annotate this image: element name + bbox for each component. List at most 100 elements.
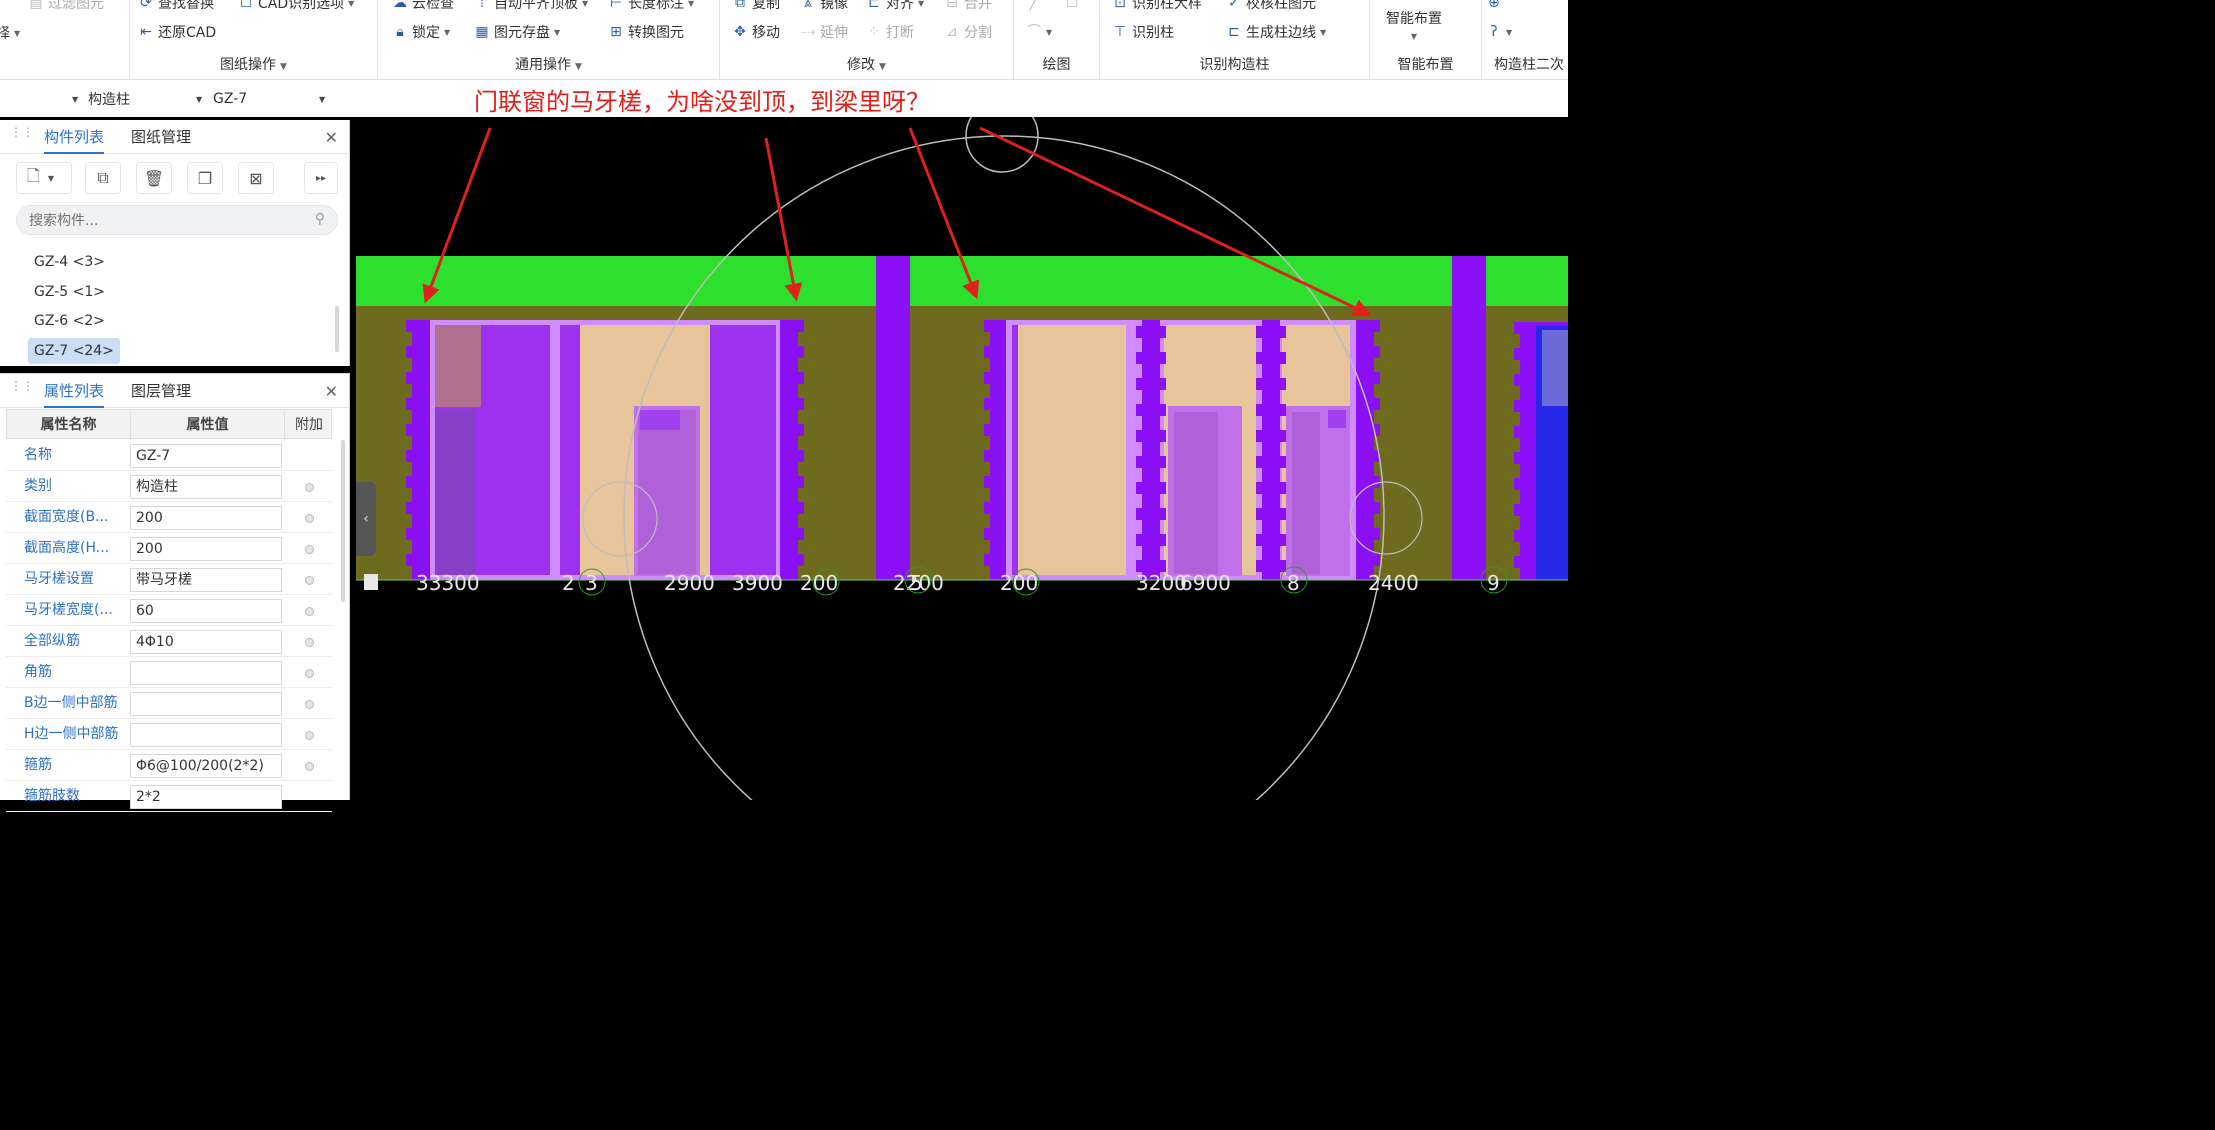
list-scrollbar[interactable] (335, 306, 339, 352)
layer-copy-button[interactable]: ❐ (187, 162, 223, 194)
axis-label: 3 (585, 571, 598, 595)
move-button[interactable]: ✥ 移动 (732, 21, 780, 43)
property-name: 截面宽度(B... (24, 509, 109, 525)
chevron-down-icon: ▼ (280, 62, 287, 72)
align-button[interactable]: ⊏ 对齐 ▼ (866, 0, 924, 14)
property-value-input[interactable]: 200 (130, 506, 282, 530)
arc-tool-button[interactable]: ⌒ ▼ (1026, 21, 1052, 43)
length-mark-button[interactable]: ⊢ 长度标注 ▼ (608, 0, 694, 14)
store-button[interactable]: ▦ 图元存盘 ▼ (474, 21, 560, 43)
cad-options-button[interactable]: ☐ CAD识别选项 ▼ (238, 0, 355, 14)
extra-checkbox[interactable] (305, 607, 314, 616)
break-button[interactable]: ⁘ 打断 (866, 21, 914, 43)
split-button[interactable]: ⊿ 分割 (944, 21, 992, 43)
line-tool-button[interactable]: ╱ (1026, 0, 1042, 14)
secondary-tool-button[interactable]: ⊕ (1486, 0, 1502, 14)
door-window-opening-left[interactable] (430, 320, 780, 580)
extra-checkbox[interactable] (305, 669, 314, 678)
layer-dropdown-button[interactable]: 择▼ (0, 22, 20, 44)
search-icon[interactable]: ⚲ (315, 211, 325, 227)
lock-icon: 🔒︎ (396, 24, 404, 40)
mirror-button[interactable]: ⩓ 镜像 (800, 0, 848, 14)
property-value-input[interactable] (130, 692, 282, 716)
restore-cad-button[interactable]: ⇤ 还原CAD (138, 21, 216, 43)
column[interactable] (1452, 256, 1486, 580)
copy-button[interactable]: ⧉ 复制 (732, 0, 780, 14)
property-value-input[interactable]: Φ6@100/200(2*2) (130, 754, 282, 778)
property-value-input[interactable]: GZ-7 (130, 444, 282, 468)
property-value-input[interactable] (130, 661, 282, 685)
ribbon-group-general-ops: ☁ 云检查 ⇡ 自动平齐顶板 ▼ ⊢ 长度标注 ▼ 🔒︎ 锁定 ▼ ▦ 图元存盘… (378, 0, 720, 79)
cloud-check-button[interactable]: ☁ 云检查 (392, 0, 454, 14)
tool-icon: ⊕ (1488, 0, 1500, 11)
break-icon: ⁘ (868, 24, 880, 40)
ribbon-group-title: 识别构造柱 (1199, 57, 1270, 73)
identify-column-button[interactable]: ⊤ 识别柱 (1112, 21, 1174, 43)
axis-label: 9 (1487, 571, 1500, 595)
column-detail-button[interactable]: ⊡ 识别柱大样 (1112, 0, 1202, 14)
generate-edge-button[interactable]: ⊏ 生成柱边线 ▼ (1226, 21, 1326, 43)
check-column-button[interactable]: ✓ 校核柱图元 (1226, 0, 1316, 14)
property-scrollbar[interactable] (341, 440, 345, 602)
property-value-input[interactable]: 200 (130, 537, 282, 561)
list-item[interactable]: GZ-4 <3> (28, 249, 111, 275)
door-window-opening-right[interactable] (1006, 320, 1356, 580)
lock-button[interactable]: 🔒︎ 锁定 ▼ (392, 21, 450, 43)
ribbon-toolbar: ▤ 过滤图元 择▼ ⟳ 查找替换 ☐ CAD识别选项 ▼ ⇤ 还原CAD 图纸操… (0, 0, 1568, 80)
extra-checkbox[interactable] (305, 638, 314, 647)
layer-select[interactable]: ▼ (0, 88, 82, 110)
tab-drawing-management[interactable]: 图纸管理 (131, 120, 191, 154)
smart-layout-button[interactable]: 智能布置 ▼ (1386, 8, 1442, 48)
new-file-icon: 🗋︎ (27, 165, 40, 185)
component-name-select[interactable]: GZ-7 ▼ (213, 88, 331, 110)
tab-property-list[interactable]: 属性列表 (44, 374, 105, 408)
cad-drawing-canvas[interactable]: 33300 2 3 2900 3900 200 2200 5 200 3200 … (356, 117, 1568, 800)
extra-checkbox[interactable] (305, 483, 314, 492)
list-item[interactable]: GZ-6 <2> (28, 308, 111, 334)
extra-checkbox[interactable] (305, 576, 314, 585)
property-value-input[interactable] (130, 723, 282, 747)
property-value-input[interactable]: 60 (130, 599, 282, 623)
extra-checkbox[interactable] (305, 514, 314, 523)
drag-handle-icon[interactable]: ⋮⋮ (10, 380, 34, 399)
filter-button[interactable]: ▤ 过滤图元 (28, 0, 104, 14)
convert-button[interactable]: ⊞ 转换图元 (608, 21, 684, 43)
rect-tool-button[interactable]: ☐ (1064, 0, 1080, 14)
ribbon-group-title[interactable]: 通用操作 ▼ (378, 54, 719, 74)
axis-marker (364, 574, 378, 590)
column[interactable] (876, 256, 910, 580)
panel-collapse-handle[interactable]: ‹ (356, 482, 376, 556)
ribbon-group-title: 绘图 (1042, 57, 1071, 73)
copy-component-button[interactable]: ⧉ (85, 162, 121, 194)
ribbon-group-title[interactable]: 修改 ▼ (720, 54, 1013, 74)
close-icon[interactable]: ✕ (325, 128, 338, 147)
close-icon[interactable]: ✕ (325, 382, 338, 401)
extend-button[interactable]: ⤍ 延伸 (800, 21, 848, 43)
extra-checkbox[interactable] (305, 762, 314, 771)
extra-checkbox[interactable] (305, 700, 314, 709)
identify-column-icon: ⊤ (1113, 24, 1127, 40)
property-value-input[interactable]: 2*2 (130, 785, 282, 809)
property-value-input[interactable]: 4Φ10 (130, 630, 282, 654)
property-value-input[interactable]: 带马牙槎 (130, 568, 282, 592)
tab-component-list[interactable]: 构件列表 (44, 120, 105, 154)
delete-component-button[interactable]: 🗑︎ (136, 162, 172, 194)
secondary-query-button[interactable]: ʔ ▼ (1486, 21, 1512, 43)
door-window-opening-partial[interactable] (1514, 322, 1568, 580)
auto-flush-button[interactable]: ⇡ 自动平齐顶板 ▼ (474, 0, 588, 14)
expand-toolbar-button[interactable]: ▸▸ (304, 162, 338, 194)
ribbon-group-title[interactable]: 图纸操作 ▼ (130, 54, 377, 74)
list-item-selected[interactable]: GZ-7 <24> (28, 338, 120, 364)
save-component-button[interactable]: ⊠ (238, 162, 274, 194)
extra-checkbox[interactable] (305, 545, 314, 554)
list-item[interactable]: GZ-5 <1> (28, 279, 111, 305)
property-value-input[interactable]: 构造柱 (130, 475, 282, 499)
merge-button[interactable]: ⊟ 合并 (944, 0, 992, 14)
extra-checkbox[interactable] (305, 731, 314, 740)
new-component-button[interactable]: 🗋︎ ▼ (16, 162, 72, 194)
drag-handle-icon[interactable]: ⋮⋮ (10, 126, 34, 145)
tab-layer-management[interactable]: 图层管理 (131, 374, 191, 408)
find-replace-button[interactable]: ⟳ 查找替换 (138, 0, 214, 14)
component-type-select[interactable]: 构造柱 ▼ (88, 88, 206, 110)
search-input[interactable] (29, 211, 299, 231)
